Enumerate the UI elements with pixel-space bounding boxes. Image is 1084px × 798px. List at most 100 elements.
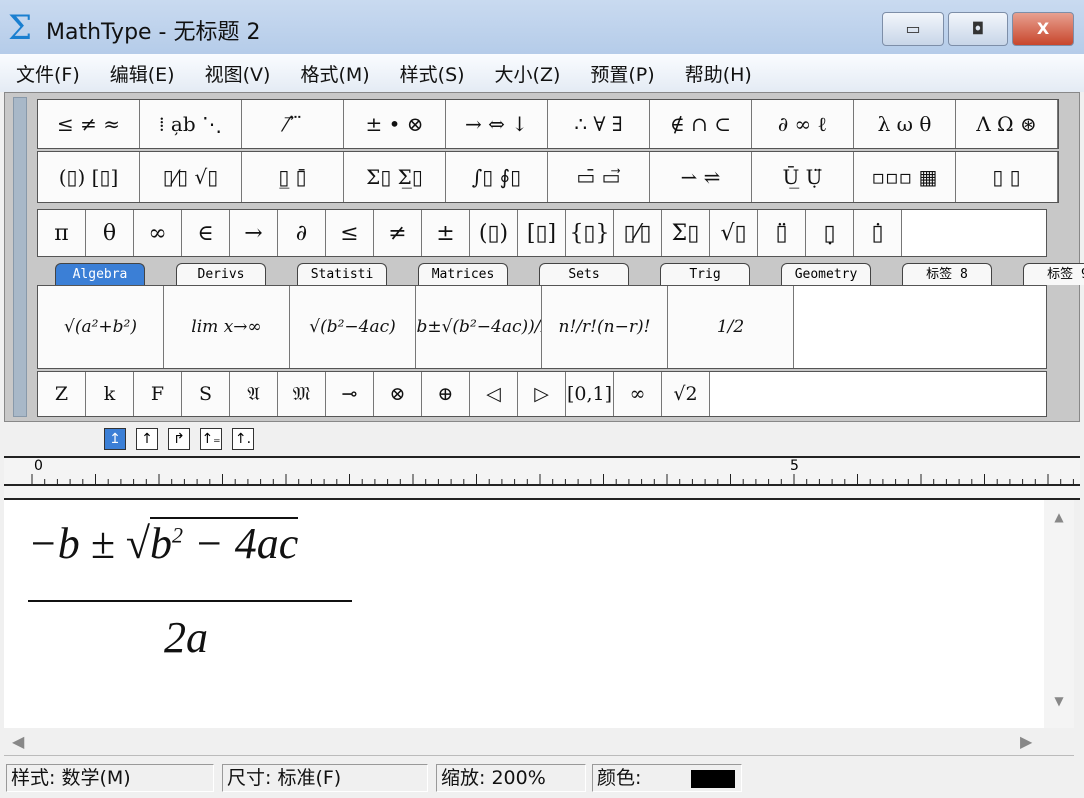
palette-button-5[interactable]: ∴ ∀ ∃ (548, 100, 650, 148)
palette-button-9[interactable]: Λ Ω ⊛ (956, 100, 1058, 148)
ruler[interactable]: 0 5 (4, 456, 1080, 500)
close-button[interactable]: X (1012, 12, 1074, 46)
symbol-button-8[interactable]: ± (422, 210, 470, 256)
equation-numerator: −b ± √b2 − 4ac (28, 517, 299, 568)
template-button-4[interactable]: n!/r!(n−r)! (542, 286, 668, 368)
menu-bar: 文件(F) 编辑(E) 视图(V) 格式(M) 样式(S) 大小(Z) 预置(P) 帮助(H) (0, 54, 1084, 92)
horizontal-scrollbar[interactable]: ◀ ▶ (4, 728, 1074, 756)
tab-0[interactable]: Algebra (55, 263, 145, 285)
menu-item-5[interactable]: 大小(Z) (495, 60, 561, 87)
template-palette-button-3[interactable]: Σ▯ Σ̲▯ (344, 152, 446, 202)
template-palette-button-1[interactable]: ▯⁄▯ √▯ (140, 152, 242, 202)
small-template-button-10[interactable]: ▷ (518, 372, 566, 416)
tab-1[interactable]: Derivs (176, 263, 266, 285)
symbol-button-3[interactable]: ∈ (182, 210, 230, 256)
small-template-bar: Zk F S 𝔄 𝔐 ⊸ ⊗ ⊕ ◁ ▷ [0,1] ∞ √2 (37, 371, 1047, 417)
maximize-button[interactable]: ◘ (948, 12, 1008, 46)
equation-denominator: 2a (164, 613, 208, 662)
small-template-button-7[interactable]: ⊗ (374, 372, 422, 416)
palette-button-0[interactable]: ≤ ≠ ≈ (38, 100, 140, 148)
symbol-button-9[interactable]: (▯) (470, 210, 518, 256)
small-template-button-0[interactable]: Z (38, 372, 86, 416)
symbol-button-2[interactable]: ∞ (134, 210, 182, 256)
palette-button-4[interactable]: → ⇔ ↓ (446, 100, 548, 148)
symbol-button-6[interactable]: ≤ (326, 210, 374, 256)
template-palette-button-9[interactable]: ▯ ▯ (956, 152, 1058, 202)
equation-editor[interactable]: −b ± √b2 − 4ac 2a (4, 500, 1044, 728)
template-palette-button-4[interactable]: ∫▯ ∮▯ (446, 152, 548, 202)
vertical-scrollbar[interactable]: ▲ ▼ (1044, 500, 1074, 728)
symbol-button-7[interactable]: ≠ (374, 210, 422, 256)
small-template-button-11[interactable]: [0,1] (566, 372, 614, 416)
palette-button-7[interactable]: ∂ ∞ ℓ (752, 100, 854, 148)
small-template-button-2[interactable]: F (134, 372, 182, 416)
symbol-button-13[interactable]: Σ▯ (662, 210, 710, 256)
radical-rest: − 4ac (183, 519, 299, 568)
symbol-button-11[interactable]: {▯} (566, 210, 614, 256)
menu-item-2[interactable]: 视图(V) (205, 60, 271, 87)
tab-2[interactable]: Statisti (297, 263, 387, 285)
nudge-button-3[interactable]: ↑₌ (200, 428, 222, 450)
symbol-button-1[interactable]: θ (86, 210, 134, 256)
tab-5[interactable]: Trig (660, 263, 750, 285)
mathtype-sigma-icon: Σ (8, 8, 33, 48)
menu-item-7[interactable]: 帮助(H) (685, 60, 752, 87)
small-template-button-9[interactable]: ◁ (470, 372, 518, 416)
symbol-button-0[interactable]: π (38, 210, 86, 256)
nudge-toolbar: ↥ ↑ ↱ ↑₌ ↑. (0, 422, 1084, 456)
nudge-button-2[interactable]: ↱ (168, 428, 190, 450)
symbol-button-5[interactable]: ∂ (278, 210, 326, 256)
minimize-button[interactable]: ▭ (882, 12, 944, 46)
color-swatch[interactable] (691, 770, 735, 788)
symbol-button-15[interactable]: ▯̈ (758, 210, 806, 256)
tab-6[interactable]: Geometry (781, 263, 871, 285)
menu-item-4[interactable]: 样式(S) (400, 60, 465, 87)
palette-button-6[interactable]: ∉ ∩ ⊂ (650, 100, 752, 148)
small-template-button-6[interactable]: ⊸ (326, 372, 374, 416)
toolbar-grip[interactable] (13, 97, 27, 417)
title-bar: Σ MathType - 无标题 2 ▭ ◘ X (0, 0, 1084, 54)
menu-item-0[interactable]: 文件(F) (16, 60, 80, 87)
small-template-button-5[interactable]: 𝔐 (278, 372, 326, 416)
tab-7[interactable]: 标签 8 (902, 263, 992, 285)
template-palette-button-5[interactable]: ▭̄ ▭⃗ (548, 152, 650, 202)
small-template-button-8[interactable]: ⊕ (422, 372, 470, 416)
symbol-button-16[interactable]: ▯̣ (806, 210, 854, 256)
template-button-2[interactable]: √(b²−4ac) (290, 286, 416, 368)
palette-button-1[interactable]: ⁞ a̦b ⋱ (140, 100, 242, 148)
symbol-button-10[interactable]: [▯] (518, 210, 566, 256)
symbol-button-4[interactable]: → (230, 210, 278, 256)
template-palette-button-0[interactable]: (▯) [▯] (38, 152, 140, 202)
tab-8[interactable]: 标签 9 (1023, 263, 1084, 285)
menu-item-1[interactable]: 编辑(E) (110, 60, 175, 87)
template-palette-row-2: (▯) [▯] ▯⁄▯ √▯ ▯̲ ▯̄ Σ▯ Σ̲▯ ∫▯ ∮▯ ▭̄ ▭⃗ ⇀ ⇌ Ū̲ … (37, 151, 1059, 203)
window-title: MathType - 无标题 2 (46, 20, 261, 45)
tab-3[interactable]: Matrices (418, 263, 508, 285)
symbol-button-14[interactable]: √▯ (710, 210, 758, 256)
nudge-button-0[interactable]: ↥ (104, 428, 126, 450)
nudge-button-1[interactable]: ↑ (136, 428, 158, 450)
template-button-1[interactable]: lim x→∞ (164, 286, 290, 368)
template-palette-button-8[interactable]: ▫▫▫ ▦ (854, 152, 956, 202)
template-palette-button-7[interactable]: Ū̲ Ụ̈ (752, 152, 854, 202)
palette-button-8[interactable]: λ ω θ (854, 100, 956, 148)
template-button-5[interactable]: 1/2 (668, 286, 794, 368)
small-template-button-1[interactable]: k (86, 372, 134, 416)
symbol-button-17[interactable]: ▯̇ (854, 210, 902, 256)
menu-item-3[interactable]: 格式(M) (300, 60, 369, 87)
symbol-button-12[interactable]: ▯⁄▯ (614, 210, 662, 256)
toolbar-palette: ≤ ≠ ≈ ⁞ a̦b ⋱ ⁄ ⃗ ⃛ ± • ⊗ → ⇔ ↓ ∴ ∀ ∃ ∉ ∩ ⊂ ∂ ∞… (4, 92, 1084, 422)
small-template-button-4[interactable]: 𝔄 (230, 372, 278, 416)
template-button-3[interactable]: (−b±√(b²−4ac))/2a (416, 286, 542, 368)
nudge-button-4[interactable]: ↑. (232, 428, 254, 450)
small-template-button-12[interactable]: ∞ (614, 372, 662, 416)
menu-item-6[interactable]: 预置(P) (590, 60, 654, 87)
small-template-button-13[interactable]: √2 (662, 372, 710, 416)
tab-4[interactable]: Sets (539, 263, 629, 285)
template-button-0[interactable]: √(a²+b²) (38, 286, 164, 368)
template-palette-button-6[interactable]: ⇀ ⇌ (650, 152, 752, 202)
palette-button-2[interactable]: ⁄ ⃗ ⃛ (242, 100, 344, 148)
palette-button-3[interactable]: ± • ⊗ (344, 100, 446, 148)
small-template-button-3[interactable]: S (182, 372, 230, 416)
template-palette-button-2[interactable]: ▯̲ ▯̄ (242, 152, 344, 202)
